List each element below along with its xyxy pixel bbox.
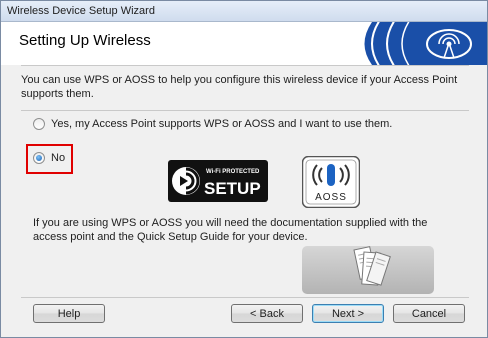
option-yes[interactable]: Yes, my Access Point supports WPS or AOS…	[33, 118, 392, 130]
note-text: If you are using WPS or AOSS you will ne…	[33, 217, 428, 243]
radio-no[interactable]	[33, 152, 45, 164]
wizard-window: Wireless Device Setup Wizard Setting Up …	[0, 0, 488, 338]
wps-logo-top-text: Wi-Fi PROTECTED	[206, 169, 260, 175]
next-button[interactable]: Next >	[312, 304, 384, 323]
aoss-logo-icon: AOSS	[302, 156, 360, 208]
help-button[interactable]: Help	[33, 304, 105, 323]
header-banner: Setting Up Wireless	[1, 22, 487, 65]
footer-divider	[21, 297, 469, 298]
documents-illustration	[302, 246, 434, 294]
intro-text: You can use WPS or AOSS to help you conf…	[21, 74, 458, 100]
aoss-logo-text: AOSS	[315, 192, 347, 203]
option-no-label: No	[51, 152, 66, 164]
wps-logo-main-text: SETUP	[204, 179, 261, 198]
cancel-button[interactable]: Cancel	[393, 304, 465, 323]
header-divider	[21, 65, 469, 66]
option-no[interactable]: No	[33, 152, 65, 164]
window-title: Wireless Device Setup Wizard	[7, 5, 155, 17]
wps-logo-icon: Wi-Fi PROTECTED SETUP	[168, 160, 268, 202]
documents-icon	[353, 246, 391, 286]
page-title: Setting Up Wireless	[19, 32, 151, 49]
wireless-banner-icon	[337, 22, 487, 65]
section-divider	[21, 110, 469, 111]
radio-yes[interactable]	[33, 118, 45, 130]
title-bar[interactable]: Wireless Device Setup Wizard	[1, 1, 487, 22]
option-yes-label: Yes, my Access Point supports WPS or AOS…	[51, 118, 393, 130]
back-button[interactable]: < Back	[231, 304, 303, 323]
